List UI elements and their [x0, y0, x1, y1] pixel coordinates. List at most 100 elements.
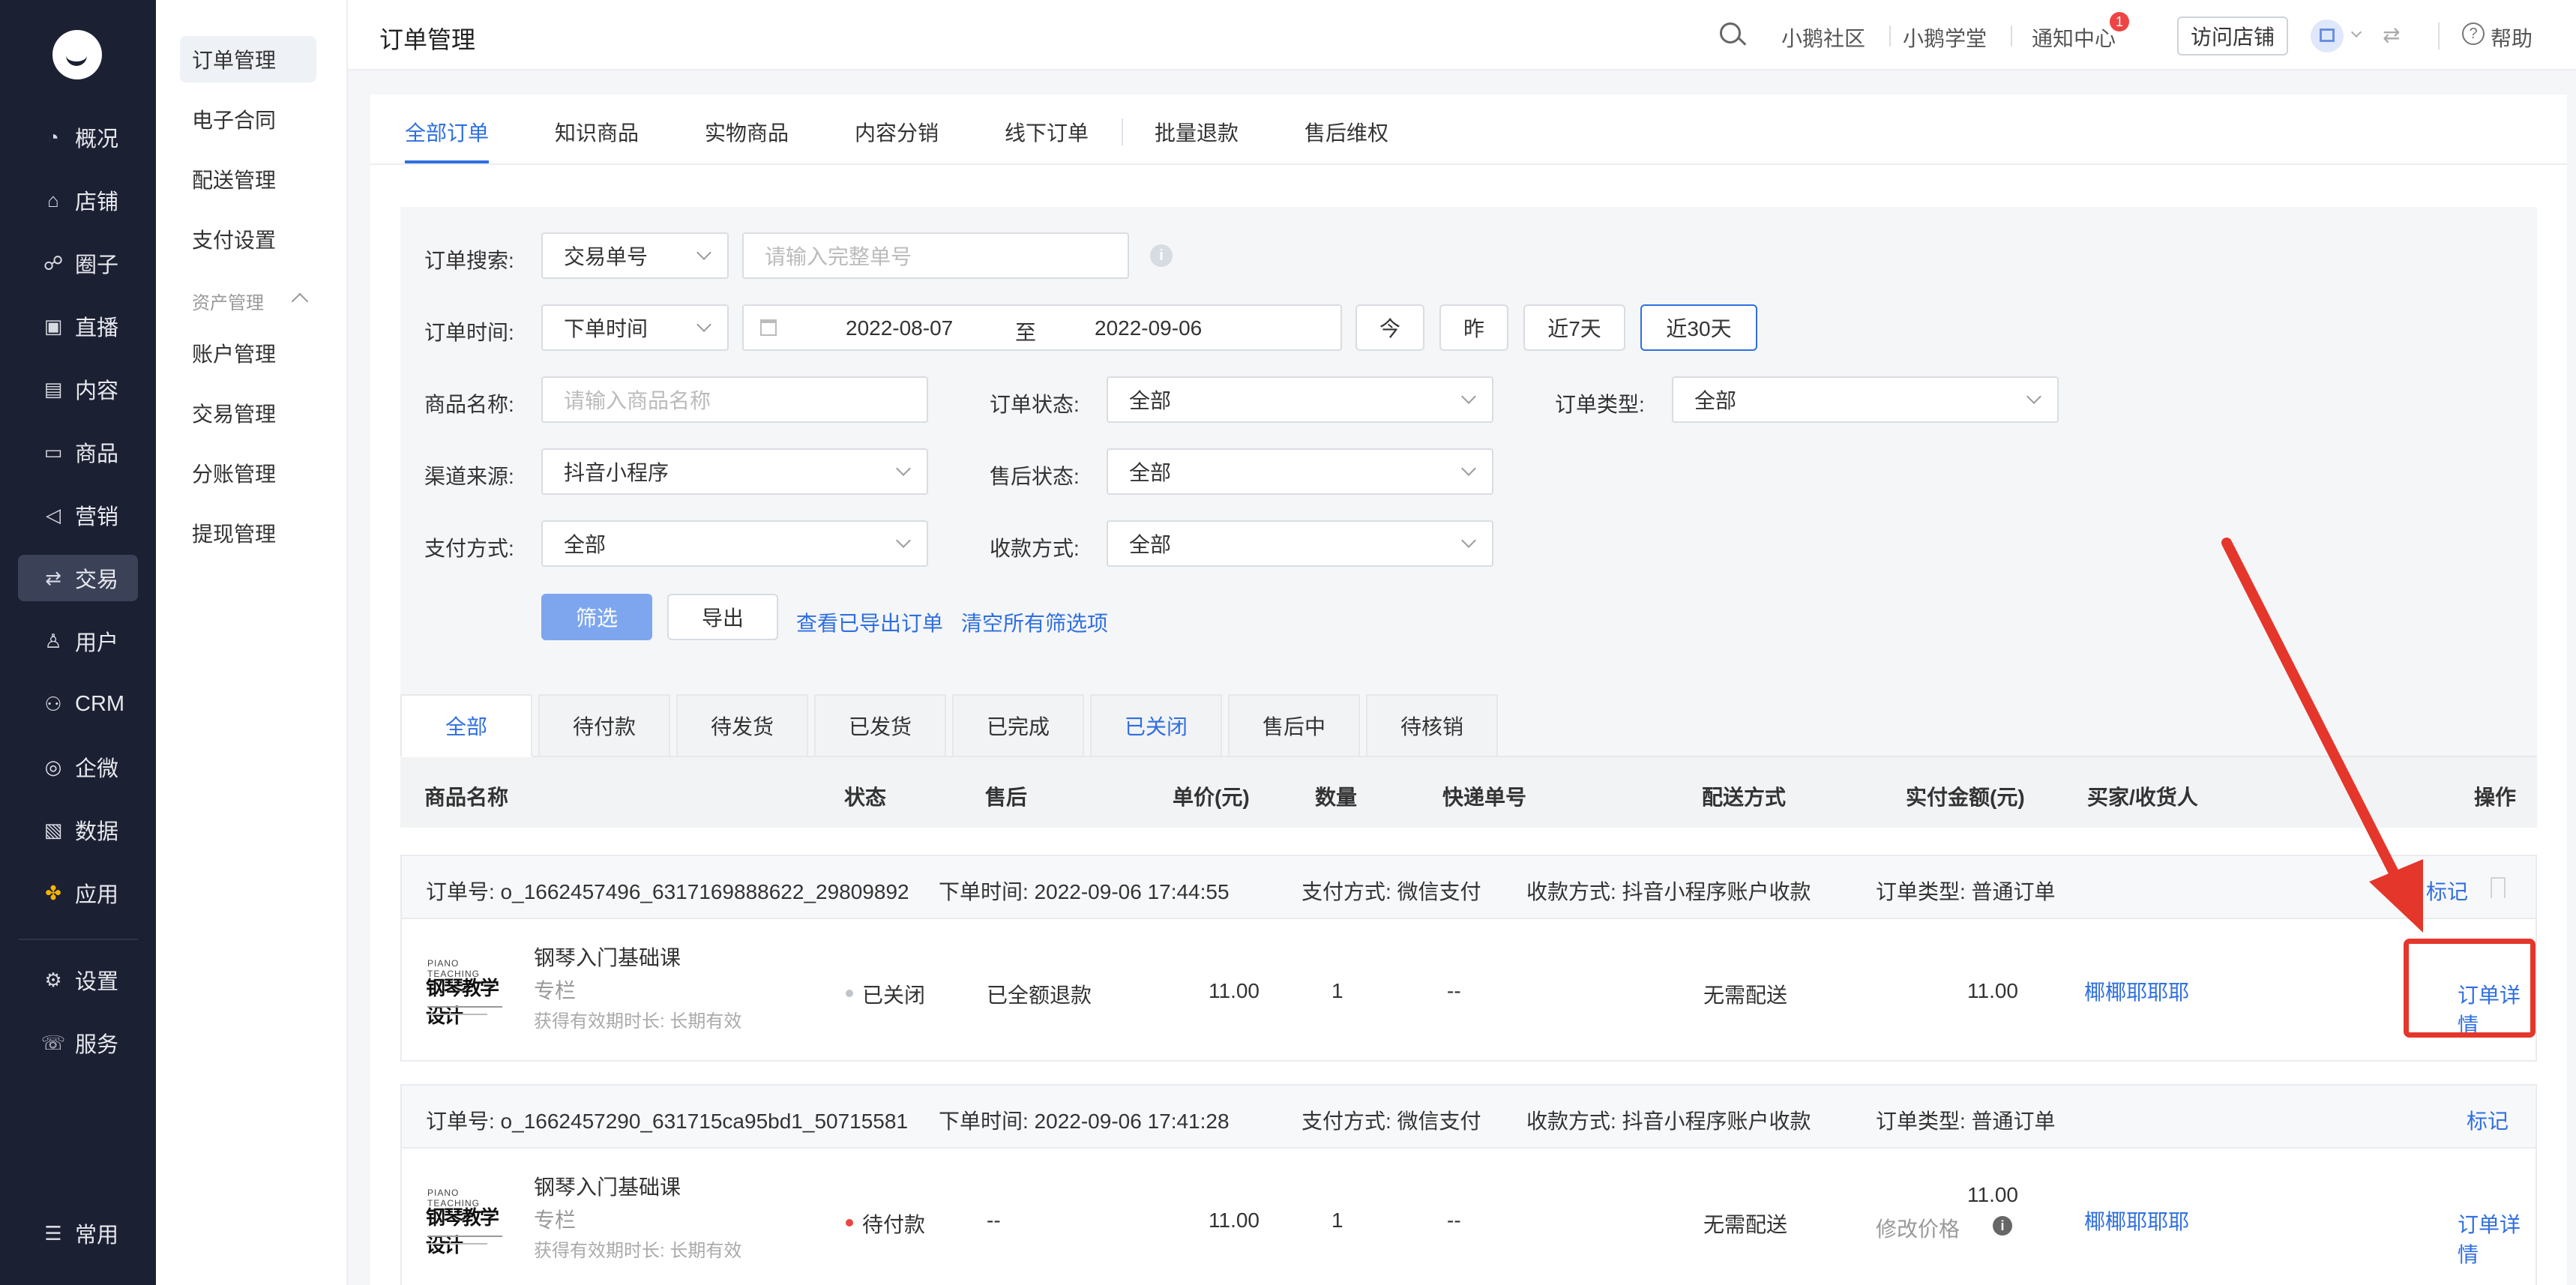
nav-item-live[interactable]: ▣ 直播: [18, 303, 138, 349]
bookmark-icon[interactable]: [2491, 877, 2506, 898]
search-icon[interactable]: [1720, 22, 1741, 43]
product-name[interactable]: 钢琴入门基础课: [534, 1171, 681, 1201]
nav-label: 用户: [75, 631, 119, 655]
chevron-up-icon[interactable]: [291, 292, 309, 310]
tab-after-sale[interactable]: 售后维权: [1304, 117, 1388, 147]
status-tab-closed[interactable]: 已关闭: [1090, 694, 1222, 757]
help-link[interactable]: 帮助: [2491, 22, 2533, 52]
today-button[interactable]: 今: [1355, 304, 1424, 351]
date-range-picker[interactable]: 2022-08-07 至 2022-09-06: [742, 304, 1342, 351]
yesterday-button[interactable]: 昨: [1439, 304, 1508, 351]
nav-item-trade[interactable]: ⇄ 交易: [18, 555, 138, 601]
order-number-input[interactable]: 请输入完整单号: [742, 232, 1129, 279]
nav-item-user[interactable]: ♙ 用户: [18, 618, 138, 664]
mark-link[interactable]: 标记: [2467, 1105, 2509, 1135]
buyer-link[interactable]: 椰椰耶耶耶: [2084, 1206, 2189, 1236]
export-button[interactable]: 导出: [667, 594, 778, 640]
gear-icon: ⚙: [44, 968, 62, 991]
nav-item-store[interactable]: ⌂ 店铺: [18, 177, 138, 223]
product-name-input[interactable]: 请输入商品名称: [541, 376, 928, 423]
tab-physical[interactable]: 实物商品: [705, 117, 789, 147]
product-name[interactable]: 钢琴入门基础课: [534, 942, 681, 972]
submenu-order-management[interactable]: 订单管理: [180, 36, 316, 82]
nav-item-marketing[interactable]: ◁ 营销: [18, 492, 138, 538]
status-tab-after-sale[interactable]: 售后中: [1228, 694, 1360, 757]
status-tab-pending-shipment[interactable]: 待发货: [676, 694, 808, 757]
clear-filters-link[interactable]: 清空所有筛选项: [961, 607, 1108, 637]
buyer-link[interactable]: 椰椰耶耶耶: [2084, 976, 2189, 1006]
tab-batch-refund[interactable]: 批量退款: [1155, 117, 1239, 147]
info-icon[interactable]: i: [1993, 1216, 2012, 1236]
info-icon[interactable]: i: [1150, 244, 1173, 267]
modify-price-link[interactable]: 修改价格: [1876, 1213, 1960, 1243]
filter-panel: 订单搜索: 交易单号 请输入完整单号 i 订单时间: 下单时间 2022-08-…: [400, 207, 2537, 766]
link-community[interactable]: 小鹅社区: [1781, 22, 1865, 52]
nav-item-circle[interactable]: ☍ 圈子: [18, 240, 138, 286]
delivery-method: 无需配送: [1703, 984, 1788, 1007]
table-header: 商品名称 状态 售后 单价(元) 数量 快递单号 配送方式 实付金额(元) 买家…: [400, 757, 2537, 828]
after-sale-status: 已全额退款: [987, 984, 1092, 1007]
nav-item-data[interactable]: ▧ 数据: [18, 807, 138, 853]
status-dot: [846, 990, 853, 997]
order-payment-method: 支付方式: 微信支付: [1301, 880, 1481, 903]
submenu-group-assets[interactable]: 资产管理: [192, 288, 264, 314]
order-card: 订单号: o_1662457496_6317169888622_29809892…: [400, 855, 2537, 1062]
status-tab-shipped[interactable]: 已发货: [814, 694, 946, 757]
last-30-days-button[interactable]: 近30天: [1640, 304, 1757, 351]
col-paid-amount: 实付金额(元): [1906, 786, 2025, 809]
order-type: 订单类型: 普通订单: [1876, 880, 2056, 903]
nav-item-settings[interactable]: ⚙ 设置: [18, 957, 138, 1003]
last-7-days-button[interactable]: 近7天: [1523, 304, 1625, 351]
collection-method-select[interactable]: 全部: [1107, 520, 1493, 567]
header-divider: [1889, 25, 1891, 46]
help-icon[interactable]: ?: [2462, 22, 2485, 45]
filter-button[interactable]: 筛选: [541, 594, 652, 640]
nav-label: 数据: [75, 820, 119, 844]
thumbnail-line: [427, 1006, 502, 1008]
payment-method-select[interactable]: 全部: [541, 520, 928, 567]
select-value: 全部: [1694, 389, 1737, 412]
switch-icon[interactable]: ⇄: [2383, 22, 2400, 47]
nav-label: 店铺: [75, 190, 119, 214]
status-tab-pending-verification[interactable]: 待核销: [1366, 694, 1498, 757]
view-exported-link[interactable]: 查看已导出订单: [796, 607, 943, 637]
status-tab-pending-payment[interactable]: 待付款: [538, 694, 670, 757]
time-type-select[interactable]: 下单时间: [541, 304, 729, 351]
channel-select[interactable]: 抖音小程序: [541, 448, 928, 495]
link-notification-center[interactable]: 通知中心: [2032, 22, 2116, 52]
nav-label: 企微: [75, 757, 119, 781]
after-sale-status-select[interactable]: 全部: [1107, 448, 1493, 495]
nav-item-frequent[interactable]: ☰ 常用: [18, 1210, 138, 1257]
live-icon: ▣: [43, 314, 63, 337]
tab-distribution[interactable]: 内容分销: [855, 117, 939, 147]
status-tab-completed[interactable]: 已完成: [952, 694, 1084, 757]
status-tab-all[interactable]: 全部: [400, 694, 532, 757]
order-status-select[interactable]: 全部: [1107, 376, 1493, 423]
nav-label: 常用: [75, 1224, 119, 1248]
nav-item-crm[interactable]: ⚇ CRM: [18, 681, 138, 727]
order-type-select[interactable]: 全部: [1672, 376, 2059, 423]
tab-knowledge[interactable]: 知识商品: [555, 117, 639, 147]
quantity: 1: [1331, 1209, 1343, 1232]
nav-item-service[interactable]: ☏ 服务: [18, 1020, 138, 1066]
order-collection-method: 收款方式: 抖音小程序账户收款: [1526, 880, 1811, 903]
mark-link[interactable]: 标记: [2426, 876, 2468, 906]
chevron-down-icon[interactable]: [2350, 26, 2362, 38]
visit-store-button[interactable]: 访问店铺: [2177, 16, 2288, 55]
nav-item-wework[interactable]: ◎ 企微: [18, 744, 138, 790]
tab-all-orders[interactable]: 全部订单: [405, 117, 489, 147]
nav-item-overview[interactable]: ◔ 概况: [18, 114, 138, 160]
nav-item-product[interactable]: ▭ 商品: [18, 429, 138, 475]
product-thumbnail[interactable]: PIANO TEACHING 钢琴教学设计: [424, 1174, 511, 1261]
nav-item-apps[interactable]: ✤ 应用: [18, 870, 138, 916]
link-academy[interactable]: 小鹅学堂: [1903, 22, 1987, 52]
order-detail-link[interactable]: 订单详情: [2458, 1209, 2536, 1269]
logo[interactable]: [52, 30, 102, 79]
product-thumbnail[interactable]: PIANO TEACHING 钢琴教学设计: [424, 945, 511, 1032]
date-to[interactable]: 2022-09-06: [1095, 316, 1202, 340]
delivery-method: 无需配送: [1703, 1213, 1788, 1236]
date-from[interactable]: 2022-08-07: [846, 316, 953, 340]
nav-item-content[interactable]: ▤ 内容: [18, 366, 138, 412]
tab-offline[interactable]: 线下订单: [1005, 117, 1089, 147]
search-type-select[interactable]: 交易单号: [541, 232, 729, 279]
